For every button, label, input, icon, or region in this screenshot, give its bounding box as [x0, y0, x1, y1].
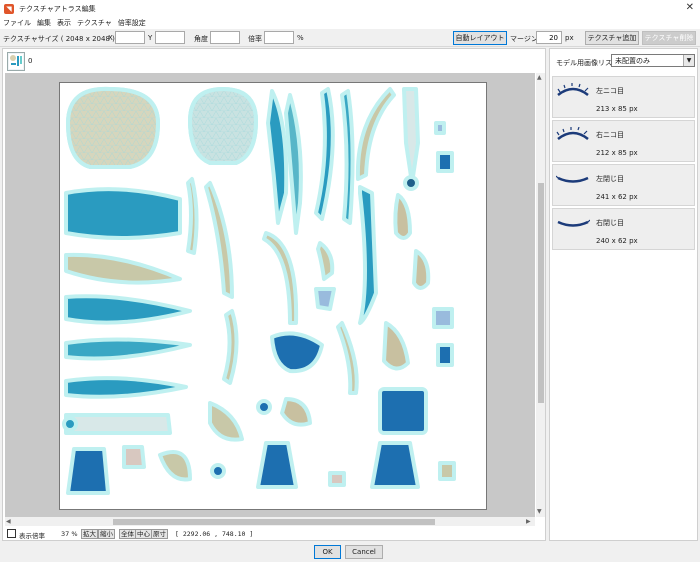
scroll-left-icon[interactable]: ◀	[6, 517, 11, 526]
list-item-size: 240 x 62 px	[596, 237, 638, 245]
delete-texture-button: テクスチャ削除	[642, 31, 696, 45]
actual-size-button[interactable]: 原寸	[151, 529, 168, 539]
eye-closed-icon	[557, 219, 590, 227]
margin-unit-label: px	[565, 34, 574, 42]
vertical-scrollbar[interactable]: ▲ ▼	[536, 73, 545, 517]
eye-closed-icon	[556, 175, 589, 183]
show-scale-checkbox[interactable]	[7, 529, 16, 538]
window-title: テクスチャアトラス編集	[19, 4, 96, 13]
texture-index-label: 0	[28, 57, 33, 65]
texture-thumbnail-icon	[9, 54, 23, 69]
model-image-list-pane: モデル用画像リスト 未配置のみ ▼ 左ニコ目 213 x 85 px 右ニコ目 …	[549, 48, 698, 541]
margin-input[interactable]	[536, 31, 562, 44]
menu-edit[interactable]: 編集	[37, 18, 51, 28]
ok-button[interactable]: OK	[314, 545, 341, 559]
x-label: X	[108, 34, 113, 42]
horizontal-scroll-thumb[interactable]	[113, 519, 435, 525]
percent-label: %	[297, 34, 304, 42]
y-input[interactable]	[155, 31, 185, 44]
menu-texture[interactable]: テクスチャ	[77, 18, 112, 28]
menu-bar: ファイル 編集 表示 テクスチャ 倍率設定	[0, 17, 700, 29]
status-row: 表示倍率 37 % 拡大 縮小 全体 中心 原寸 [ 2292.06 , 748…	[5, 528, 549, 540]
zoom-value: 37 %	[61, 530, 78, 538]
auto-layout-button[interactable]: 自動レイアウト	[453, 31, 507, 45]
list-item-size: 213 x 85 px	[596, 105, 638, 113]
close-icon[interactable]: ✕	[686, 2, 694, 13]
chevron-down-icon[interactable]: ▼	[683, 55, 694, 66]
zoom-out-button[interactable]: 縮小	[98, 529, 115, 539]
texture-editor-pane: 0 ▲ ▼ ◀ ▶ 表示倍率 37 % 拡大 縮小 全体 中心 原寸 [229…	[2, 48, 546, 541]
eye-closed-smile-icon	[557, 83, 589, 97]
list-item[interactable]: 左ニコ目 213 x 85 px	[552, 76, 695, 118]
dialog-button-bar: OK Cancel	[0, 542, 700, 562]
angle-label: 角度	[194, 35, 208, 43]
list-item[interactable]: 右閉じ目 240 x 62 px	[552, 208, 695, 250]
menu-view[interactable]: 表示	[57, 18, 71, 28]
list-item[interactable]: 左閉じ目 241 x 62 px	[552, 164, 695, 206]
list-item[interactable]: 右ニコ目 212 x 85 px	[552, 120, 695, 162]
list-item-size: 241 x 62 px	[596, 193, 638, 201]
center-button[interactable]: 中心	[135, 529, 152, 539]
scroll-down-icon[interactable]: ▼	[537, 507, 542, 516]
scroll-right-icon[interactable]: ▶	[526, 517, 531, 526]
horizontal-scrollbar[interactable]: ◀ ▶	[5, 517, 535, 526]
y-label: Y	[148, 34, 153, 42]
filter-select[interactable]: 未配置のみ ▼	[611, 54, 695, 67]
texture-thumbnail-tab[interactable]	[7, 52, 25, 71]
cursor-coords: [ 2292.06 , 748.10 ]	[175, 530, 254, 538]
menu-file[interactable]: ファイル	[3, 18, 31, 28]
list-item-name: 左閉じ目	[596, 175, 624, 183]
scale-input[interactable]	[264, 31, 294, 44]
atlas-parts[interactable]	[60, 83, 486, 509]
texture-viewport[interactable]	[5, 73, 535, 517]
eye-closed-smile-icon	[556, 127, 589, 141]
filter-select-value: 未配置のみ	[615, 57, 650, 65]
fit-button[interactable]: 全体	[119, 529, 136, 539]
show-scale-label: 表示倍率	[19, 532, 45, 540]
title-bar: ◥ テクスチャアトラス編集 ✕	[0, 0, 700, 17]
app-icon: ◥	[4, 3, 14, 14]
cancel-button[interactable]: Cancel	[345, 545, 383, 559]
list-item-name: 右閉じ目	[596, 219, 624, 227]
add-texture-button[interactable]: テクスチャ追加	[585, 31, 639, 45]
vertical-scroll-thumb[interactable]	[538, 183, 544, 403]
list-item-size: 212 x 85 px	[596, 149, 638, 157]
toolbar: テクスチャサイズ ( 2048 x 2048 ) X Y 角度 倍率 % 自動レ…	[0, 29, 700, 47]
x-input[interactable]	[115, 31, 145, 44]
texture-atlas-canvas[interactable]	[59, 82, 487, 510]
angle-input[interactable]	[210, 31, 240, 44]
zoom-in-button[interactable]: 拡大	[81, 529, 98, 539]
menu-scale-settings[interactable]: 倍率設定	[118, 18, 146, 28]
scroll-up-icon[interactable]: ▲	[537, 73, 542, 82]
texture-size-label: テクスチャサイズ ( 2048 x 2048 )	[3, 35, 115, 43]
list-item-name: 左ニコ目	[596, 87, 624, 95]
scale-label: 倍率	[248, 35, 262, 43]
margin-label: マージン	[510, 35, 538, 43]
model-image-list-label: モデル用画像リスト	[556, 59, 619, 67]
list-item-name: 右ニコ目	[596, 131, 624, 139]
